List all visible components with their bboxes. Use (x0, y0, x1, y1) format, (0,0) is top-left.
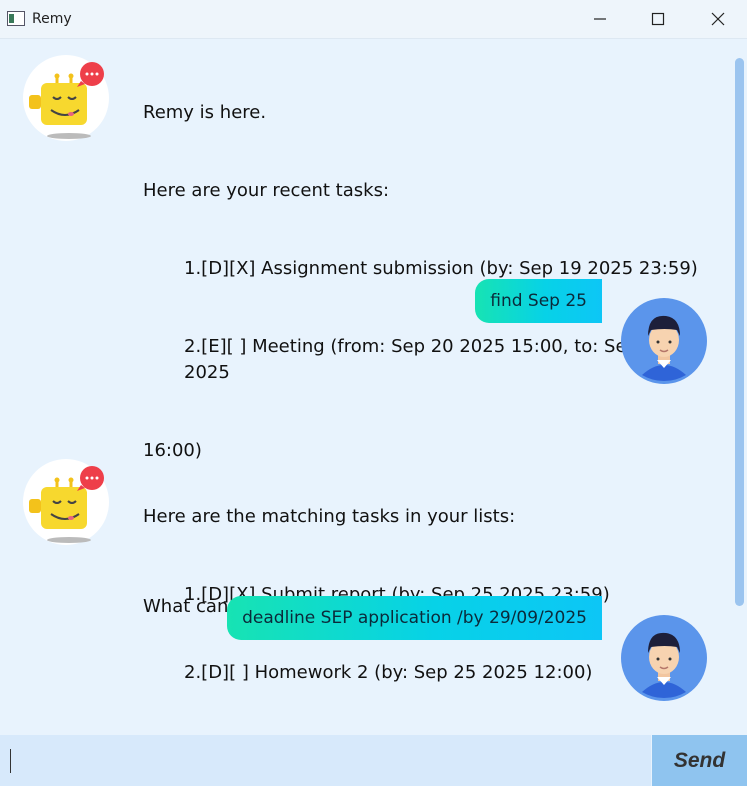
app-icon (7, 11, 25, 26)
minimize-button[interactable] (571, 0, 629, 38)
person-icon (642, 632, 686, 699)
bot-avatar (23, 459, 109, 545)
robot-icon (29, 62, 104, 139)
task-item: 1.[D][X] Assignment submission (by: Sep … (184, 258, 698, 279)
user-avatar (621, 298, 707, 384)
user-message: find Sep 25 (475, 279, 602, 323)
window-title: Remy (32, 11, 72, 27)
maximize-icon (651, 12, 665, 26)
person-icon (642, 315, 686, 382)
robot-icon (29, 466, 104, 543)
bot-message-line: Here are your recent tasks: (143, 180, 390, 201)
minimize-icon (594, 18, 606, 20)
chat-scroll-pane[interactable]: Remy is here. Here are your recent tasks… (0, 39, 747, 735)
bot-message-line: Remy is here. (143, 102, 267, 123)
close-button[interactable] (689, 0, 747, 38)
scrollbar[interactable] (735, 58, 744, 606)
user-message: deadline SEP application /by 29/09/2025 (227, 596, 602, 640)
bot-message: Here are the matching tasks in your list… (143, 452, 703, 735)
user-avatar (621, 615, 707, 701)
send-button[interactable]: Send (652, 735, 747, 786)
maximize-button[interactable] (629, 0, 687, 38)
title-bar: Remy (0, 0, 747, 39)
close-icon (711, 12, 725, 26)
bot-avatar (23, 55, 109, 141)
message-input[interactable] (0, 735, 651, 786)
task-item: 2.[E][ ] Meeting (from: Sep 20 2025 15:0… (184, 336, 667, 383)
task-item: 2.[D][ ] Homework 2 (by: Sep 25 2025 12:… (184, 662, 593, 683)
bot-message-line: Here are the matching tasks in your list… (143, 506, 516, 527)
text-caret (10, 749, 11, 773)
